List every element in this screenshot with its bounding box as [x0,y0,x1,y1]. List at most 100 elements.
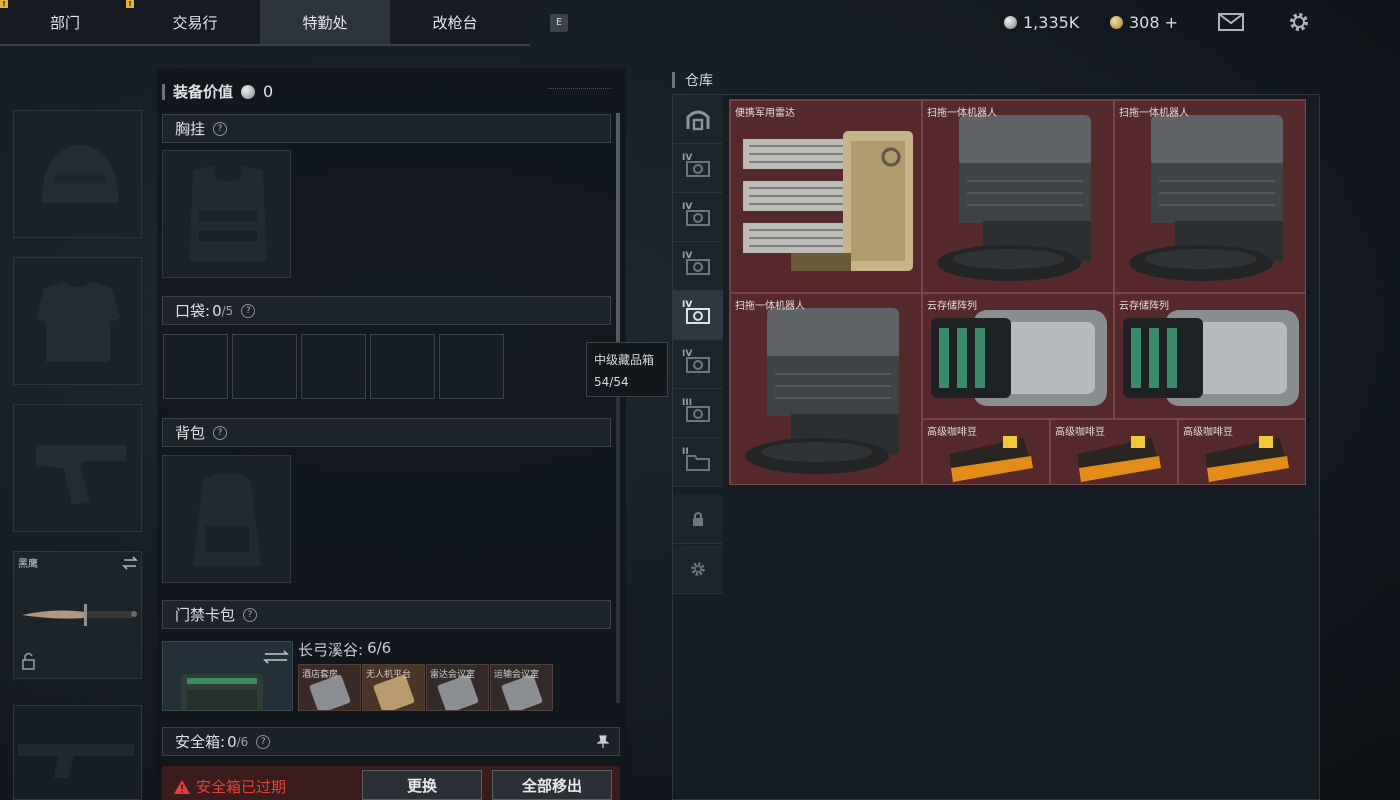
storage-array-icon [1123,310,1299,406]
pocket-slot[interactable] [163,334,228,399]
item-cell[interactable]: 扫拖一体机器人 [730,293,922,485]
pocket-slot[interactable] [370,334,435,399]
remove-all-button[interactable]: 全部移出 [492,770,612,800]
pistol-slot[interactable] [13,404,142,532]
armor-slot[interactable] [13,257,142,385]
warning-icon [174,779,190,794]
silver-currency: 1,335K [1004,10,1079,34]
pin-icon[interactable] [597,735,609,749]
item-name: 便携军用雷达 [735,108,795,119]
storage-tab-case[interactable]: III [673,389,723,438]
keycard-item[interactable]: 无人机平台 [362,664,425,711]
item-cell[interactable]: 云存储阵列 [922,293,1114,419]
tab-label: 特勤处 [302,13,348,32]
keycard-header: 门禁卡包 ? [162,600,611,629]
keycard-case-icon [181,650,289,710]
item-cell[interactable]: 扫拖一体机器人 [922,100,1114,293]
item-name: 扫拖一体机器人 [1119,108,1189,119]
silver-amount: 1,335K [1023,12,1080,32]
help-icon[interactable]: ? [256,734,271,749]
pocket-slot[interactable] [439,334,504,399]
gold-coin-icon [1110,15,1123,29]
tab-department[interactable]: 部门 ! ! [0,0,134,44]
storage-title: 仓库 [685,73,713,89]
chest-rig-slot[interactable] [162,150,291,278]
keycard-map-label: 长弓溪谷: [298,641,364,659]
storage-tab-case[interactable]: IV [673,193,723,242]
chest-rig-header: 胸挂 ? [162,114,611,143]
gear-icon[interactable] [1285,8,1313,36]
storage-tab-case[interactable]: IV [673,144,723,193]
help-icon[interactable]: ? [213,425,228,440]
pockets-label: 口袋: [175,302,211,320]
tier-label: IV [682,153,693,163]
item-cell[interactable]: 云存储阵列 [1114,293,1306,419]
keycard-item[interactable]: 酒店套房 [298,664,361,711]
safebox-count: 0 [227,732,237,751]
vest-icon [189,165,267,261]
tab-label: 改枪台 [432,13,478,32]
knife-icon [22,556,138,670]
item-cell[interactable]: 高级咖啡豆 [1050,419,1178,485]
robot-vacuum-icon [1129,115,1283,281]
tab-special-ops[interactable]: 特勤处 [260,0,390,44]
loadout-scroll-thumb[interactable] [616,113,620,343]
warehouse-icon [686,110,710,131]
backpack-slot[interactable] [162,455,291,583]
help-icon[interactable]: ? [241,303,256,318]
silver-coin-icon [1004,15,1017,29]
primary-weapon-slot[interactable] [13,705,142,800]
storage-tab-case-active[interactable]: IV [673,291,723,340]
item-cell[interactable]: 扫拖一体机器人 [1114,100,1306,293]
item-cell[interactable]: 便携军用雷达 [730,100,922,293]
gear-icon [691,562,705,576]
item-cell[interactable]: 高级咖啡豆 [1178,419,1306,485]
keyhint-e: E [550,14,568,32]
replace-button[interactable]: 更换 [362,770,482,800]
item-cell[interactable]: 高级咖啡豆 [922,419,1050,485]
storage-array-icon [931,310,1107,406]
help-icon[interactable]: ? [213,121,228,136]
item-name: 高级咖啡豆 [927,427,977,438]
section-marker [672,72,675,88]
helmet-slot[interactable] [13,110,142,238]
lock-icon [693,512,703,526]
storage-tab-main[interactable] [673,95,723,144]
tab-gunsmith[interactable]: 改枪台 [390,0,520,44]
equipment-value-label: 装备价值 [173,83,234,101]
pocket-slot[interactable] [232,334,297,399]
tier-label: IV [682,300,693,310]
keycard-name: 运输会议室 [494,670,540,680]
keycard-name: 雷达会议室 [430,670,476,680]
equipment-value-amount: 0 [263,82,274,101]
equipment-value: 装备价值 0 [162,81,273,102]
mail-icon[interactable] [1217,8,1245,36]
section-marker [162,83,165,100]
keycard-holder-item[interactable] [162,641,293,711]
melee-slot[interactable]: 黑鹰 [13,551,142,679]
storage-header: 仓库 [672,70,713,90]
safebox-warning-text: 安全箱已过期 [196,778,287,796]
tier-label: IV [682,349,693,359]
panel-decoration [548,88,612,96]
safebox-label: 安全箱: [175,733,226,751]
storage-tab-case[interactable]: IV [673,340,723,389]
pocket-slot[interactable] [301,334,366,399]
help-icon[interactable]: ? [243,607,258,622]
tier-label: IV [682,202,693,212]
keycard-item[interactable]: 运输会议室 [490,664,553,711]
tab-trading[interactable]: 交易行 [130,0,260,44]
storage-tab-case[interactable]: II [673,438,723,487]
safebox-capacity: /6 [236,734,249,749]
storage-tab-case[interactable]: IV [673,242,723,291]
storage-tab-locked[interactable] [673,495,723,544]
storage-settings[interactable] [673,545,723,594]
case-tooltip: 中级藏品箱 54/54 [586,342,668,397]
top-nav: 部门 ! ! 交易行 特勤处 改枪台 [0,0,530,46]
keycard-label: 门禁卡包 [175,606,236,624]
keycard-item[interactable]: 雷达会议室 [426,664,489,711]
robot-vacuum-icon [937,115,1091,281]
tab-label: 交易行 [172,13,218,32]
gold-currency[interactable]: 308 + [1110,10,1178,34]
robot-vacuum-icon [745,308,899,474]
